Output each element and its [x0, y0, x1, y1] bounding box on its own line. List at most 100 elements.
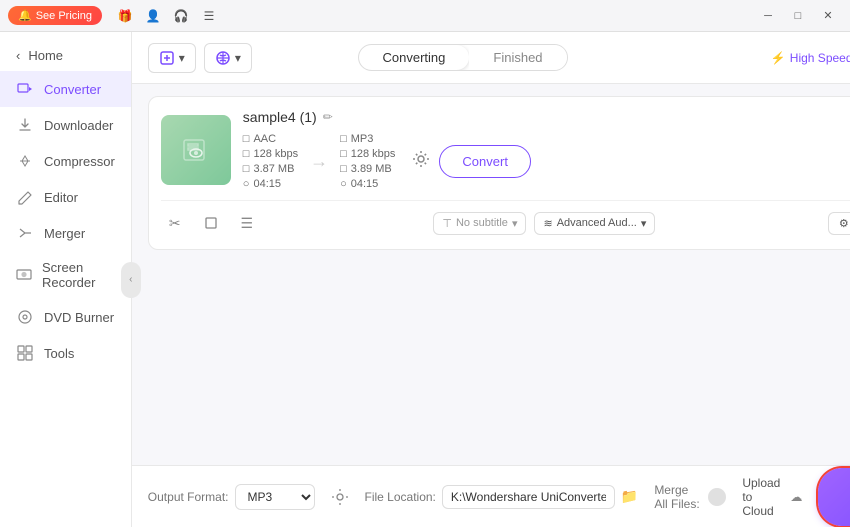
merge-files-label: Merge All Files: [654, 483, 701, 511]
tab-finished[interactable]: Finished [469, 45, 566, 70]
subtitle-icon: ⊤ [442, 217, 452, 230]
see-pricing-button[interactable]: 🔔 See Pricing [8, 6, 102, 25]
edit-icon[interactable]: ✏ [323, 110, 333, 124]
sidebar-item-editor[interactable]: Editor [0, 179, 131, 215]
gift-icon[interactable]: 🎁 [114, 5, 136, 27]
sidebar-item-screen-recorder[interactable]: Screen Recorder [0, 251, 131, 299]
audio-wave-icon: ≋ [543, 217, 552, 230]
user-icon[interactable]: 👤 [142, 5, 164, 27]
folder-icon-2: □ [340, 163, 347, 175]
audio-text: Advanced Aud... [557, 217, 637, 229]
target-meta: □ MP3 □ 128 kbps □ 3.89 MB [340, 133, 395, 190]
upload-cloud-field: Upload to Cloud ☁ [742, 476, 802, 518]
card-settings-button[interactable]: ⚙ Settings [828, 212, 850, 235]
target-size-row: □ 3.89 MB [340, 163, 395, 175]
back-arrow-icon: ‹ [16, 48, 20, 63]
output-format-field: Output Format: MP3 [148, 484, 315, 510]
add-label: ▾ [179, 51, 185, 65]
clock-icon-2: ○ [340, 178, 347, 190]
upload-cloud-label: Upload to Cloud [742, 476, 784, 518]
add-url-button[interactable]: ▾ [204, 43, 252, 73]
merger-icon [16, 224, 34, 242]
source-size-row: □ 3.87 MB [243, 163, 298, 175]
file-card-header: sample4 (1) ✏ □ AAC □ [161, 109, 850, 190]
title-bar: 🔔 See Pricing 🎁 👤 🎧 ☰ ─ □ ✕ [0, 0, 850, 32]
merge-files-toggle[interactable] [708, 488, 727, 506]
target-format: MP3 [351, 133, 374, 145]
close-button[interactable]: ✕ [814, 5, 842, 27]
sidebar-home[interactable]: ‹ Home [0, 40, 131, 71]
source-format-row: □ AAC [243, 133, 298, 145]
target-format-row: □ MP3 [340, 133, 395, 145]
lightning-icon: ⚡ [771, 51, 786, 65]
sidebar-collapse-button[interactable]: ‹ [121, 262, 141, 298]
target-duration: 04:15 [351, 178, 379, 190]
sidebar: ‹ Home Converter Downloader Compressor [0, 32, 132, 527]
sidebar-item-label: DVD Burner [44, 310, 114, 325]
subtitle-text: No subtitle [456, 217, 508, 229]
source-format: AAC [253, 133, 276, 145]
browse-folder-icon[interactable]: 📁 [621, 488, 638, 505]
settings-small-icon[interactable] [411, 149, 431, 174]
minimize-button[interactable]: ─ [754, 5, 782, 27]
source-size: 3.87 MB [253, 163, 294, 175]
headphone-icon[interactable]: 🎧 [170, 5, 192, 27]
sidebar-item-label: Screen Recorder [42, 260, 115, 290]
audio-select[interactable]: ≋ Advanced Aud... ▾ [534, 212, 655, 235]
compressor-icon [16, 152, 34, 170]
file-icon-2: □ [340, 133, 347, 145]
file-meta: □ AAC □ 128 kbps □ 3.87 MB [243, 133, 850, 190]
file-area: sample4 (1) ✏ □ AAC □ [132, 84, 850, 465]
sidebar-item-downloader[interactable]: Downloader [0, 107, 131, 143]
sidebar-item-label: Converter [44, 82, 101, 97]
subtitle-select[interactable]: ⊤ No subtitle ▾ [433, 212, 526, 235]
sidebar-item-label: Compressor [44, 154, 115, 169]
sidebar-item-converter[interactable]: Converter [0, 71, 131, 107]
sidebar-item-merger[interactable]: Merger [0, 215, 131, 251]
source-duration: 04:15 [253, 178, 281, 190]
cut-icon[interactable]: ✂ [161, 209, 189, 237]
convert-button[interactable]: Convert [439, 145, 531, 178]
source-duration-row: ○ 04:15 [243, 178, 298, 190]
effects-icon[interactable]: ☰ [233, 209, 261, 237]
source-meta: □ AAC □ 128 kbps □ 3.87 MB [243, 133, 298, 190]
start-all-button[interactable]: Start All [818, 468, 850, 526]
sidebar-item-dvd-burner[interactable]: DVD Burner [0, 299, 131, 335]
cloud-icon[interactable]: ☁ [790, 490, 802, 504]
file-card: sample4 (1) ✏ □ AAC □ [148, 96, 850, 250]
bitrate-icon: □ [243, 148, 250, 160]
file-location-label: File Location: [365, 490, 436, 504]
source-bitrate: 128 kbps [253, 148, 298, 160]
crop-icon[interactable] [197, 209, 225, 237]
audio-dropdown-icon: ▾ [641, 217, 647, 230]
target-size: 3.89 MB [351, 163, 392, 175]
url-dropdown-icon: ▾ [235, 51, 241, 65]
format-settings-icon[interactable] [331, 486, 349, 508]
hamburger-icon[interactable]: ☰ [198, 5, 220, 27]
file-location-input[interactable] [442, 485, 615, 509]
subtitle-dropdown-icon: ▾ [512, 217, 518, 230]
speed-label: High Speed Conversion [790, 51, 850, 65]
title-bar-icons: 🎁 👤 🎧 ☰ [114, 5, 220, 27]
tab-converting[interactable]: Converting [359, 45, 470, 70]
add-file-button[interactable]: ▾ [148, 43, 196, 73]
file-icon: □ [243, 133, 250, 145]
maximize-button[interactable]: □ [784, 5, 812, 27]
clock-icon: ○ [243, 178, 250, 190]
output-format-select[interactable]: MP3 [235, 484, 315, 510]
source-bitrate-row: □ 128 kbps [243, 148, 298, 160]
pricing-bell-icon: 🔔 [18, 9, 32, 22]
folder-icon: □ [243, 163, 250, 175]
output-format-label: Output Format: [148, 490, 229, 504]
sidebar-item-tools[interactable]: Tools [0, 335, 131, 371]
home-label: Home [28, 48, 63, 63]
file-name: sample4 (1) ✏ [243, 109, 850, 125]
dvd-burner-icon [16, 308, 34, 326]
toolbar: ▾ ▾ Converting Finished ⚡ High Speed Con… [132, 32, 850, 84]
sidebar-item-label: Tools [44, 346, 74, 361]
bitrate-icon-2: □ [340, 148, 347, 160]
pricing-label: See Pricing [36, 10, 92, 22]
tab-group: Converting Finished [358, 44, 568, 71]
sidebar-item-label: Editor [44, 190, 78, 205]
sidebar-item-compressor[interactable]: Compressor [0, 143, 131, 179]
